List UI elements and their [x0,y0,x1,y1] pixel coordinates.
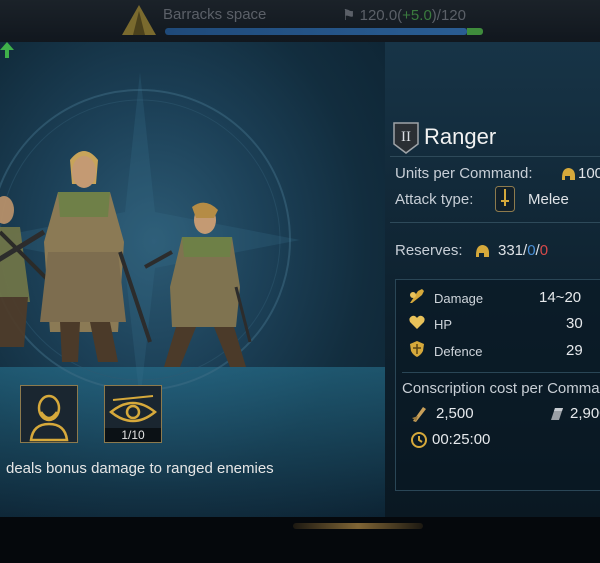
helmet-icon [562,168,575,180]
iron-icon [551,408,563,420]
unit-name: Ranger [424,124,497,149]
skill-slot-2[interactable]: 1/10 [104,385,162,443]
svg-text:II: II [401,129,411,145]
sword-icon [495,186,515,212]
stat-value: 14~20 [539,289,582,306]
stat-label: Damage [434,291,484,306]
top-bar: Barracks space ⚑ 120.0(+5.0)/120 [0,0,600,42]
bottom-bar [0,517,600,563]
stat-label: HP [434,317,453,332]
conscription-time: 00:25:00 [432,431,491,448]
commander-portrait-icon [21,386,77,442]
stats-divider [402,372,600,373]
unit-detail-panel: 1/10 deals bonus damage to ranged enemie… [0,42,600,517]
units-per-command-label: Units per Command: [395,165,533,182]
barracks-space-progress-fill [165,28,468,35]
barracks-tent-icon [122,5,156,35]
skill-slot-1[interactable] [20,385,78,443]
section-divider [390,222,600,223]
upgrade-arrow-icon [0,42,14,58]
barracks-space-flag-icon: ⚑ [342,7,360,24]
barracks-space-value: ⚑ 120.0(+5.0)/120 [342,7,466,24]
attack-type-value: Melee [528,191,569,208]
ranger-soldiers-illustration [0,72,300,402]
stat-value: 30 [566,315,583,332]
conscription-cost-title: Conscription cost per Command [402,380,600,397]
heart-icon [409,315,425,329]
clock-icon [411,432,427,448]
barracks-space-progress [165,28,483,35]
skill-description: deals bonus damage to ranged enemies [6,460,274,477]
reserves-label: Reserves: [395,242,463,259]
stats-box: Damage 14~20 HP 30 Defence 29 Conscripti… [395,279,600,491]
header-divider [390,156,600,157]
wood-icon [412,407,426,422]
tier-badge-icon: II [393,122,419,154]
skill-level-badge: 1/10 [105,428,161,442]
bottom-glow [293,523,423,529]
stat-value: 29 [566,342,583,359]
damage-icon [410,289,424,303]
reserves-value: 331/0/0 [498,242,549,259]
iron-cost: 2,900 [570,405,600,422]
attack-type-label: Attack type: [395,191,474,208]
unit-artwork: 1/10 deals bonus damage to ranged enemie… [0,42,385,517]
helmet-icon [476,245,489,257]
stat-label: Defence [434,344,483,359]
units-per-command-value: 100 [578,165,600,182]
wood-cost: 2,500 [436,405,474,422]
barracks-space-label: Barracks space [163,6,267,23]
barracks-space-bonus-segment [467,28,483,35]
unit-info-panel: II Ranger Units per Command: 100 Attack … [385,42,600,517]
shield-icon [410,341,424,357]
